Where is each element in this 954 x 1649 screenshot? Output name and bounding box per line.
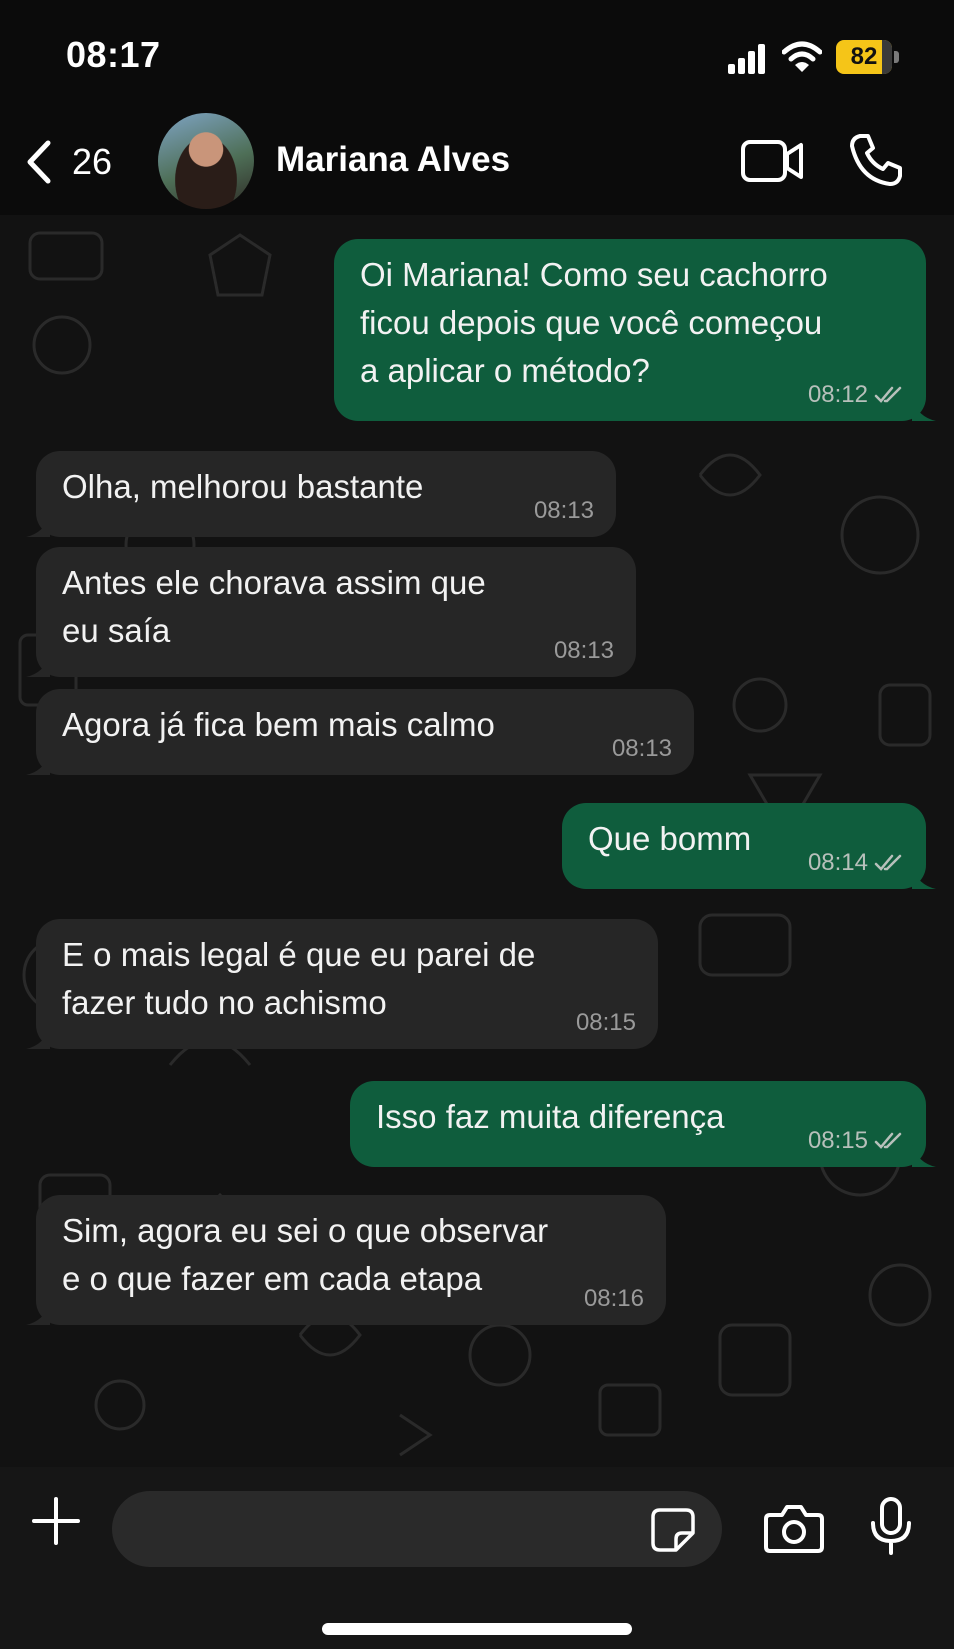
message-text: Oi Mariana! Como seu cachorro ficou depo… <box>360 256 828 389</box>
chat-header: 26 Mariana Alves <box>0 110 954 215</box>
bubble-tail <box>912 399 936 421</box>
message-time: 08:13 <box>533 497 594 524</box>
message-bubble-incoming[interactable]: Antes ele chorava assim que eu saía 08:1… <box>26 547 636 677</box>
message-bubble-incoming[interactable]: Sim, agora eu sei o que observar e o que… <box>26 1195 666 1325</box>
signal-icon <box>728 44 765 74</box>
video-camera-icon[interactable] <box>740 138 804 184</box>
bubble-tail <box>26 655 50 677</box>
message-time: 08:15 <box>807 1127 868 1154</box>
message-text: Antes ele chorava assim que eu saía <box>62 564 486 649</box>
bubble-tail <box>912 1145 936 1167</box>
double-check-icon <box>874 854 902 871</box>
bubble-tail <box>26 515 50 537</box>
home-indicator[interactable] <box>322 1623 632 1635</box>
microphone-icon[interactable] <box>868 1497 914 1555</box>
phone-icon[interactable] <box>848 132 904 188</box>
message-bubble-outgoing[interactable]: Que bomm 08:14 <box>562 803 936 889</box>
message-text: E o mais legal é que eu parei de fazer t… <box>62 936 536 1021</box>
status-bar: 08:17 82 <box>0 0 954 110</box>
plus-icon[interactable] <box>30 1495 82 1547</box>
status-time: 08:17 <box>66 34 161 75</box>
message-text: Agora já fica bem mais calmo <box>62 706 495 743</box>
bubble-tail <box>26 753 50 775</box>
back-chevron-icon <box>27 140 51 184</box>
double-check-icon <box>874 386 902 403</box>
back-button[interactable]: 26 <box>24 132 112 192</box>
battery-icon: 82 <box>836 40 900 74</box>
message-bubble-outgoing[interactable]: Isso faz muita diferença 08:15 <box>350 1081 936 1167</box>
message-time: 08:13 <box>611 735 672 762</box>
message-time: 08:14 <box>807 849 868 876</box>
chat-area[interactable]: Oi Mariana! Como seu cachorro ficou depo… <box>0 215 954 1467</box>
message-time: 08:16 <box>583 1285 644 1312</box>
bubble-tail <box>26 1303 50 1325</box>
message-text: Sim, agora eu sei o que observar e o que… <box>62 1212 549 1297</box>
bubble-tail <box>912 867 936 889</box>
battery-level: 82 <box>850 43 878 70</box>
message-time: 08:13 <box>553 637 614 664</box>
message-bubble-outgoing[interactable]: Oi Mariana! Como seu cachorro ficou depo… <box>334 239 936 421</box>
wifi-icon <box>782 41 822 72</box>
avatar[interactable] <box>158 113 254 209</box>
message-text: Olha, melhorou bastante <box>62 468 424 505</box>
message-time: 08:15 <box>575 1009 636 1036</box>
message-time: 08:12 <box>807 381 868 408</box>
message-bubble-incoming[interactable]: Olha, melhorou bastante 08:13 <box>26 451 616 537</box>
bubble-tail <box>26 1027 50 1049</box>
message-input[interactable] <box>112 1491 722 1567</box>
double-check-icon <box>874 1132 902 1149</box>
camera-icon[interactable] <box>764 1503 824 1553</box>
unread-count: 26 <box>72 141 113 182</box>
contact-name[interactable]: Mariana Alves <box>276 140 510 180</box>
composer-bar <box>0 1467 954 1649</box>
sticker-icon[interactable] <box>650 1507 696 1553</box>
message-bubble-incoming[interactable]: E o mais legal é que eu parei de fazer t… <box>26 919 658 1049</box>
message-bubble-incoming[interactable]: Agora já fica bem mais calmo 08:13 <box>26 689 694 775</box>
